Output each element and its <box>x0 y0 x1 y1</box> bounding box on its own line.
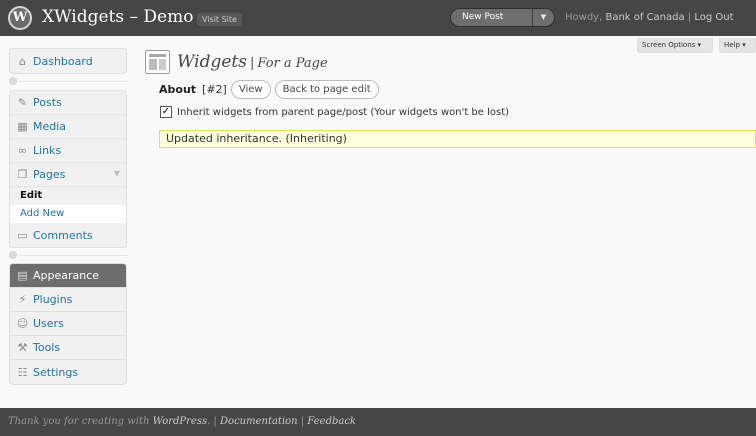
menu-item-tools[interactable]: ⚒ Tools <box>10 336 126 360</box>
icon-bar <box>149 54 166 57</box>
page-title-separator: | <box>250 56 255 71</box>
wordpress-link[interactable]: WordPress <box>153 416 208 427</box>
help-button[interactable]: Help ▾ <box>719 38 756 53</box>
user-profile-link[interactable]: Bank of Canada <box>605 12 684 23</box>
separator-line <box>19 255 127 256</box>
widgets-page-icon <box>145 50 170 74</box>
about-label: About <box>159 82 197 96</box>
howdy-text: Howdy, <box>565 12 606 23</box>
admin-header: W XWidgets – Demo Visit Site New Post ▼ … <box>0 0 756 36</box>
menu-item-posts[interactable]: ✎ Posts <box>10 91 126 115</box>
submenu-item-edit[interactable]: Edit <box>10 187 126 205</box>
menu-label-settings[interactable]: Settings <box>33 366 78 379</box>
media-icon: ▦ <box>17 120 28 133</box>
menu-label-links[interactable]: Links <box>33 144 61 157</box>
documentation-link[interactable]: Documentation <box>220 416 298 427</box>
menu-item-appearance[interactable]: ▤ Appearance <box>10 264 126 288</box>
menu-group-content: ✎ Posts ▦ Media ∞ Links ❐ Pages ▼ Edit A… <box>9 90 127 248</box>
page-title-main: Widgets <box>177 52 247 72</box>
new-post-button[interactable]: New Post ▼ <box>450 8 555 27</box>
admin-footer: Thank you for creating with WordPress. |… <box>0 408 756 436</box>
footer-separator: | <box>297 416 308 427</box>
user-info: Howdy, Bank of Canada | Log Out <box>565 12 734 23</box>
menu-item-media[interactable]: ▦ Media <box>10 115 126 139</box>
submenu-item-add-new[interactable]: Add New <box>10 205 126 223</box>
wordpress-logo-icon: W <box>8 6 32 30</box>
menu-label-pages[interactable]: Pages <box>33 168 65 181</box>
separator-line <box>19 81 127 82</box>
menu-label-media[interactable]: Media <box>33 120 66 133</box>
menu-item-pages[interactable]: ❐ Pages ▼ <box>10 163 126 187</box>
icon-panel <box>149 59 157 70</box>
tools-icon: ⚒ <box>17 341 28 354</box>
link-icon: ∞ <box>17 144 28 157</box>
menu-group-dashboard: ⌂ Dashboard <box>9 48 127 74</box>
footer-thanks-text: Thank you for creating with <box>8 416 153 427</box>
separator-dot[interactable] <box>9 251 17 259</box>
users-icon: ☺ <box>16 317 29 330</box>
dashboard-icon: ⌂ <box>19 54 26 68</box>
menu-item-users[interactable]: ☺ Users <box>10 312 126 336</box>
view-button[interactable]: View <box>230 79 271 99</box>
menu-label-appearance[interactable]: Appearance <box>33 269 99 282</box>
chevron-down-icon[interactable]: ▼ <box>532 9 554 26</box>
pages-icon: ❐ <box>17 168 28 181</box>
menu-item-links[interactable]: ∞ Links <box>10 139 126 163</box>
inherit-widgets-label[interactable]: Inherit widgets from parent page/post (Y… <box>177 107 509 118</box>
menu-item-dashboard[interactable]: ⌂ Dashboard <box>10 49 126 73</box>
menu-label-tools[interactable]: Tools <box>33 341 60 354</box>
separator-dot[interactable] <box>9 77 17 85</box>
menu-label-comments[interactable]: Comments <box>33 229 93 242</box>
plugin-icon: ⚡ <box>18 293 27 306</box>
comment-icon: ▭ <box>17 228 28 242</box>
feedback-link[interactable]: Feedback <box>307 416 356 427</box>
settings-icon: ☷ <box>17 365 28 379</box>
menu-label-users[interactable]: Users <box>33 317 64 330</box>
menu-group-settings: ▤ Appearance ⚡ Plugins ☺ Users ⚒ Tools ☷… <box>9 263 127 385</box>
menu-separator[interactable] <box>9 77 127 85</box>
menu-label-dashboard[interactable]: Dashboard <box>33 55 93 68</box>
new-post-label[interactable]: New Post <box>462 9 503 26</box>
menu-item-comments[interactable]: ▭ Comments <box>10 223 126 247</box>
icon-panel <box>159 59 166 70</box>
header-separator: | <box>684 12 695 23</box>
help-label[interactable]: Help <box>724 41 740 49</box>
logout-link[interactable]: Log Out <box>694 12 733 23</box>
menu-label-posts[interactable]: Posts <box>33 96 62 109</box>
menu-item-settings[interactable]: ☷ Settings <box>10 360 126 384</box>
page-title: Widgets | For a Page <box>177 52 328 72</box>
chevron-down-icon[interactable]: ▼ <box>114 169 120 178</box>
update-notice: Updated inheritance. (Inheriting) <box>159 130 756 148</box>
visit-site-button[interactable]: Visit Site <box>197 13 242 26</box>
inherit-widgets-checkbox[interactable]: ✓ <box>160 106 172 118</box>
menu-item-plugins[interactable]: ⚡ Plugins <box>10 288 126 312</box>
appearance-icon: ▤ <box>17 269 28 282</box>
site-title[interactable]: XWidgets – Demo <box>42 7 193 27</box>
inherit-widgets-row: ✓ Inherit widgets from parent page/post … <box>160 106 509 118</box>
menu-separator[interactable] <box>9 251 127 259</box>
screen-options-label[interactable]: Screen Options <box>642 41 695 49</box>
screen-options-button[interactable]: Screen Options ▾ <box>637 38 713 53</box>
back-to-page-edit-button[interactable]: Back to page edit <box>274 79 379 99</box>
page-subtitle: For a Page <box>257 56 328 71</box>
page-number: [#2] <box>202 82 227 96</box>
menu-label-plugins[interactable]: Plugins <box>33 293 72 306</box>
footer-separator: . | <box>207 416 221 427</box>
about-row: About [#2] View Back to page edit <box>159 79 379 99</box>
pin-icon: ✎ <box>17 96 28 109</box>
